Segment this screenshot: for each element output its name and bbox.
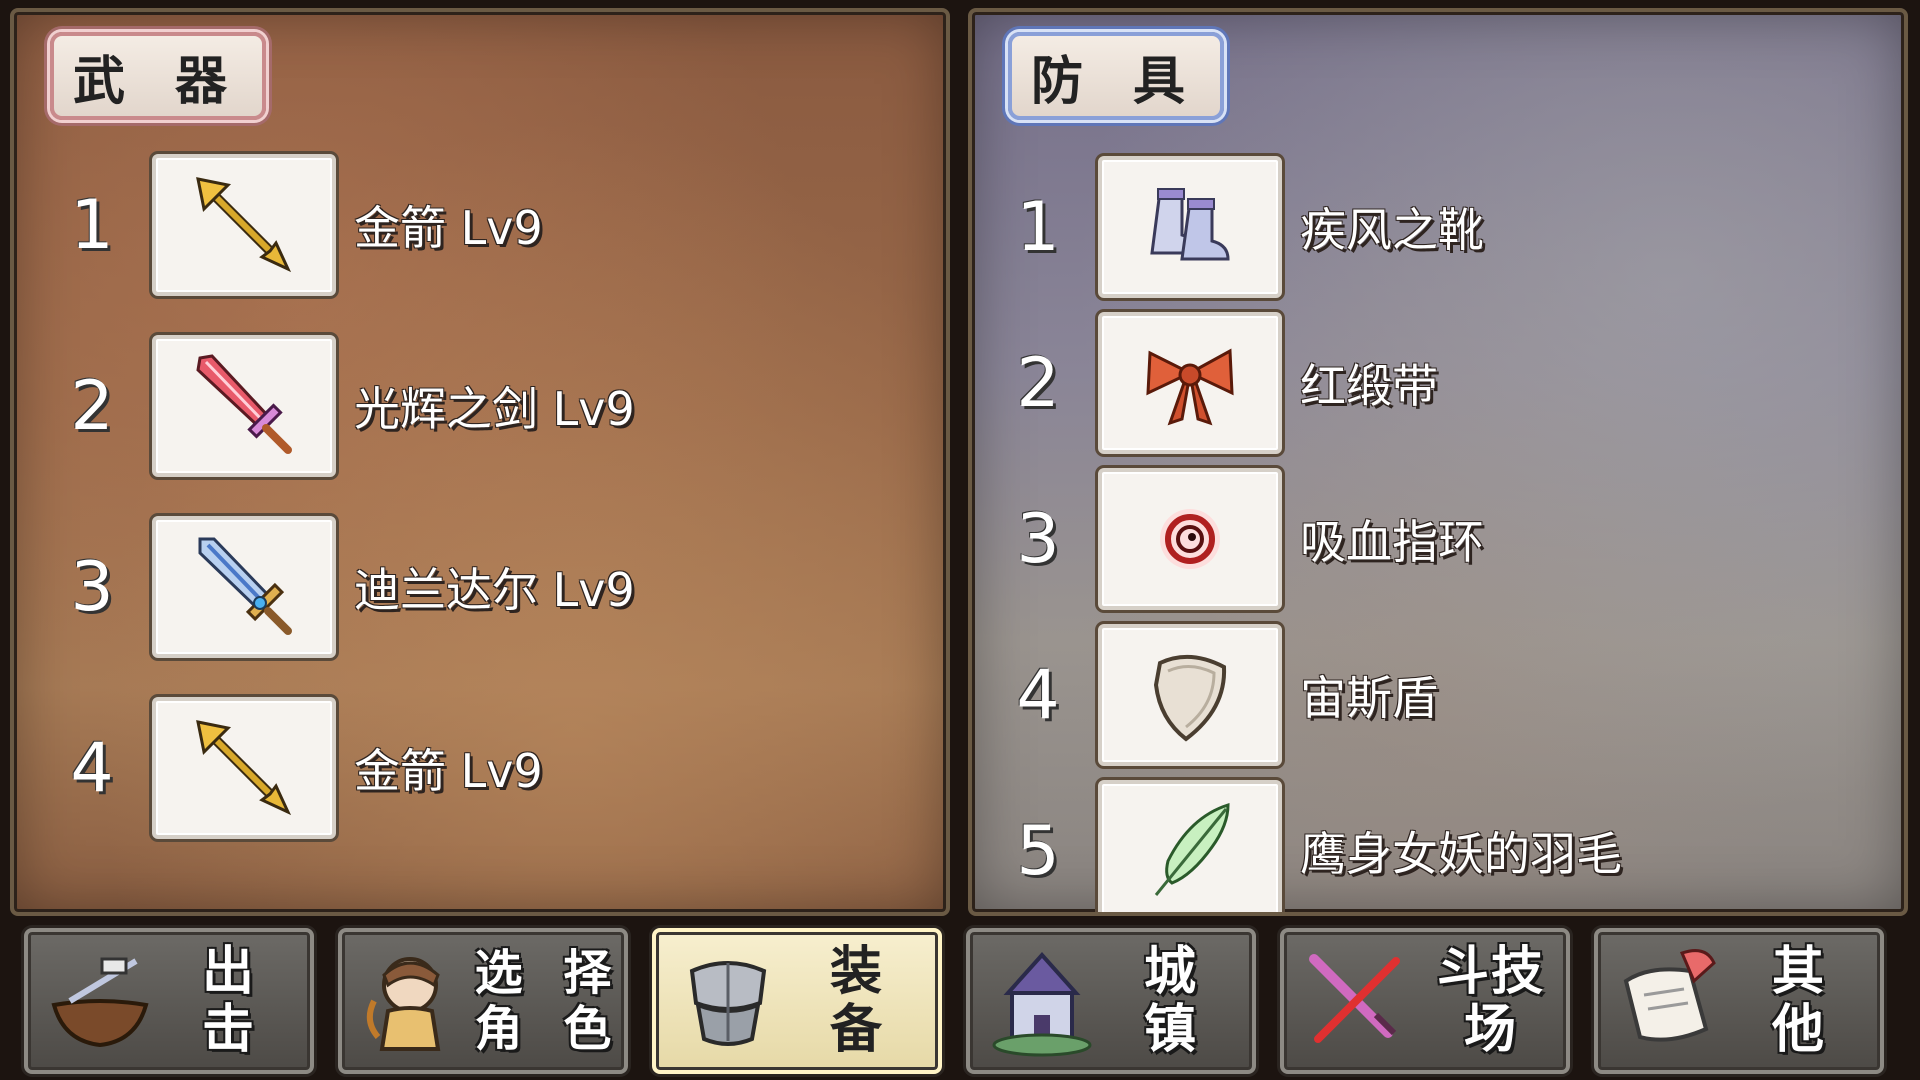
weapon-name: 迪兰达尔 Lv9	[354, 563, 635, 617]
armor-slot[interactable]	[1098, 312, 1282, 454]
feather-icon	[1154, 802, 1230, 896]
nav-select-character-label: 选 择 角 色	[474, 945, 624, 1057]
armor-row-3[interactable]: 3 吸血指环	[978, 468, 1484, 610]
armor-slot-number: 4	[1016, 655, 1060, 735]
weapon-row-3[interactable]: 3 迪兰达尔 Lv9	[32, 516, 635, 658]
weapon-row-4[interactable]: 4 金箭 Lv9	[32, 697, 543, 839]
shield-icon	[1153, 654, 1227, 742]
weapon-slot-number: 3	[70, 547, 114, 627]
nav-select-character-line2: 角 色	[474, 1001, 624, 1057]
nav-equipment-button[interactable]: 装 备	[652, 928, 942, 1074]
weapon-name: 金箭 Lv9	[354, 201, 543, 255]
ring-icon	[1160, 509, 1220, 569]
armor-name: 吸血指环	[1300, 515, 1484, 569]
armor-row-5[interactable]: 5 鹰身女妖的羽毛	[978, 780, 1622, 912]
weapon-row-2[interactable]: 2 光辉之剑 Lv9	[32, 335, 635, 477]
red-ribbon-icon	[1146, 348, 1234, 426]
character-icon	[366, 957, 441, 1051]
scroll-icon	[1623, 949, 1716, 1042]
weapon-slot-number: 1	[70, 185, 114, 265]
armor-panel: 防 具 1 疾风之靴 2 红缎带 3 吸血指环 4 宙斯盾 5 鹰身女妖的羽毛	[968, 8, 1908, 916]
nav-arena-label: 斗技场	[1436, 942, 1545, 1060]
weapon-slot[interactable]	[152, 335, 336, 477]
radiant-sword-icon	[196, 354, 292, 454]
boots-icon	[1150, 188, 1230, 261]
weapon-name: 光辉之剑 Lv9	[354, 382, 635, 436]
armor-title: 防 具	[1008, 32, 1224, 120]
weapon-slot[interactable]	[152, 516, 336, 658]
armor-slot[interactable]	[1098, 156, 1282, 298]
armor-row-1[interactable]: 1 疾风之靴	[978, 156, 1484, 298]
armor-slot-number: 1	[1016, 187, 1060, 267]
armor-row-4[interactable]: 4 宙斯盾	[978, 624, 1438, 766]
armor-row-2[interactable]: 2 红缎带	[978, 312, 1438, 454]
weapon-row-1[interactable]: 1 金箭 Lv9	[32, 154, 543, 296]
weapon-slot[interactable]	[152, 154, 336, 296]
weapon-slot-number: 4	[70, 728, 114, 808]
weapon-slot[interactable]	[152, 697, 336, 839]
armor-name: 疾风之靴	[1300, 203, 1484, 257]
nav-arena-button[interactable]: 斗技场	[1280, 928, 1570, 1074]
crossed-swords-icon	[1309, 954, 1400, 1043]
nav-sortie-label: 出 击	[201, 942, 268, 1060]
armor-slot-number: 3	[1016, 499, 1060, 579]
nav-town-label: 城 镇	[1143, 942, 1210, 1060]
weapons-panel: 武 器 1 金箭 Lv9 2 光辉之剑 Lv9 3 迪兰达尔 Lv9 4 金箭 …	[10, 8, 950, 916]
weapon-slot-number: 2	[70, 366, 114, 446]
nav-equipment-label: 装 备	[829, 942, 896, 1060]
armor-name: 宙斯盾	[1300, 671, 1438, 725]
nav-select-character-button[interactable]: 选 择 角 色	[338, 928, 628, 1074]
golden-arrow-icon	[196, 720, 292, 816]
ship-icon	[51, 957, 149, 1048]
armor-name: 红缎带	[1300, 359, 1438, 413]
weapon-name: 金箭 Lv9	[354, 744, 543, 798]
armor-slot-number: 5	[1016, 811, 1060, 891]
armor-slot[interactable]	[1098, 780, 1282, 912]
armor-slot[interactable]	[1098, 468, 1282, 610]
durandal-sword-icon	[198, 537, 292, 635]
nav-other-button[interactable]: 其 他	[1594, 928, 1884, 1074]
castle-icon	[992, 952, 1092, 1057]
armor-slot-number: 2	[1016, 343, 1060, 423]
armor-name: 鹰身女妖的羽毛	[1300, 827, 1622, 881]
nav-select-character-line1: 选 择	[474, 945, 624, 1001]
nav-sortie-button[interactable]: 出 击	[24, 928, 314, 1074]
nav-other-label: 其 他	[1771, 942, 1838, 1060]
golden-arrow-icon	[196, 177, 292, 273]
weapons-title: 武 器	[50, 32, 266, 120]
armor-slot[interactable]	[1098, 624, 1282, 766]
armor-icon	[689, 961, 767, 1046]
nav-town-button[interactable]: 城 镇	[966, 928, 1256, 1074]
